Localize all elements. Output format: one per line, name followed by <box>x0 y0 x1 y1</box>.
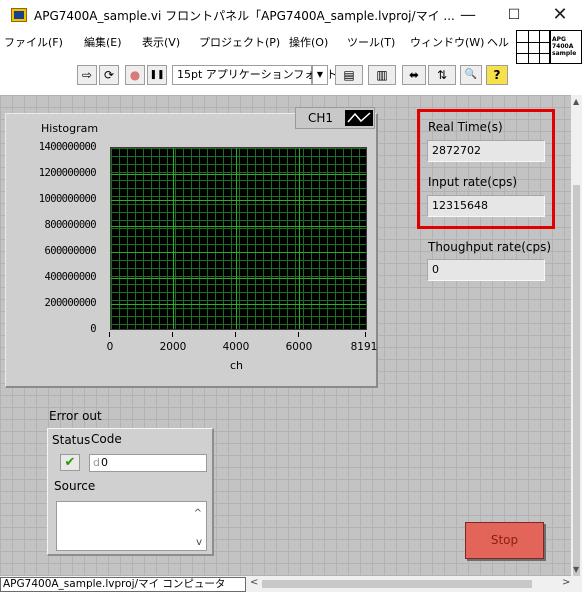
maximize-button[interactable]: ☐ <box>491 0 537 30</box>
x-tick-mark <box>109 332 110 337</box>
scroll-up-icon[interactable]: ^ <box>194 508 202 519</box>
vertical-scrollbar[interactable]: ▲ ▼ <box>571 95 582 585</box>
search-icon[interactable]: 🔍 <box>460 65 482 85</box>
context-help-icon[interactable]: ? <box>486 65 508 85</box>
scrollbar-thumb[interactable] <box>573 185 580 585</box>
radix-indicator: d <box>93 456 100 469</box>
scroll-left-icon[interactable]: < <box>250 577 258 588</box>
close-button[interactable]: ✕ <box>537 0 582 30</box>
plot-area[interactable] <box>110 147 367 330</box>
run-continuous-icon[interactable]: ⟳ <box>99 65 119 85</box>
x-tick-mark <box>235 332 236 337</box>
y-tick-label: 1000000000 <box>38 193 97 205</box>
y-tick-label: 800000000 <box>44 219 97 231</box>
run-arrow-icon[interactable]: ⇨ <box>77 65 97 85</box>
y-tick-label: 1200000000 <box>38 167 97 179</box>
grid-line <box>111 174 366 175</box>
grid-line <box>111 252 366 253</box>
menu-view[interactable]: 表示(V) <box>142 34 180 50</box>
legend-label: CH1 <box>308 111 334 125</box>
font-dropdown-arrow-icon[interactable]: ▼ <box>312 65 328 85</box>
code-label: Code <box>91 432 122 446</box>
connector-pane-icon[interactable] <box>516 30 550 64</box>
toolbar: ⇨ ⟳ ● ❚❚ 15pt アプリケーションフォント ▼ ▤ ▥ ⬌ ⇅ 🔍 ? <box>0 52 516 94</box>
title-bar: APG7400A_sample.vi フロントパネル「APG7400A_samp… <box>0 0 582 30</box>
menu-edit[interactable]: 編集(E) <box>84 34 122 50</box>
minimize-button[interactable]: — <box>445 0 491 30</box>
stop-button[interactable]: Stop <box>465 522 544 559</box>
grid-line <box>111 200 366 201</box>
y-tick-label: 400000000 <box>44 271 97 283</box>
abort-icon[interactable]: ● <box>125 65 145 85</box>
grid-line <box>111 226 366 227</box>
error-source-field[interactable]: ^ v <box>56 501 207 551</box>
y-tick-label: 0 <box>90 323 96 335</box>
menu-help[interactable]: ヘル <box>487 34 509 50</box>
error-out-cluster: Status Code ✔ d0 Source ^ v <box>47 428 214 556</box>
scroll-up-arrow-icon[interactable]: ▲ <box>573 97 579 106</box>
throughput-rate-indicator: 0 <box>427 259 545 281</box>
y-tick-label: 1400000000 <box>38 141 97 153</box>
status-check-icon[interactable]: ✔ <box>60 454 80 471</box>
menu-bar: ファイル(F) 編集(E) 表示(V) プロジェクト(P) 操作(O) ツール(… <box>0 30 582 52</box>
scroll-down-arrow-icon[interactable]: ▼ <box>573 565 579 574</box>
plot-style-icon <box>345 110 373 126</box>
menu-operate[interactable]: 操作(O) <box>289 34 328 50</box>
align-objects-icon[interactable]: ▤ <box>335 65 363 85</box>
labview-app-icon <box>11 8 27 22</box>
y-tick-label: 200000000 <box>44 297 97 309</box>
error-code-value: 0 <box>100 456 108 469</box>
error-out-label: Error out <box>49 409 102 423</box>
x-tick-label: 2000 <box>159 341 187 353</box>
pause-icon[interactable]: ❚❚ <box>147 65 167 85</box>
error-code-field[interactable]: d0 <box>89 454 207 472</box>
grid-line <box>111 278 366 279</box>
scroll-right-icon[interactable]: > <box>562 577 570 588</box>
grid-line <box>111 304 366 305</box>
x-tick-label: 4000 <box>222 341 250 353</box>
x-tick-mark <box>172 332 173 337</box>
x-tick-label: 8191 <box>350 341 378 353</box>
reorder-icon[interactable]: ⇅ <box>428 65 456 85</box>
menu-window[interactable]: ウィンドウ(W) <box>410 34 484 50</box>
grid-line <box>236 148 237 329</box>
scroll-down-icon[interactable]: v <box>196 537 202 548</box>
resize-objects-icon[interactable]: ⬌ <box>402 65 426 85</box>
source-label: Source <box>54 479 96 493</box>
menu-file[interactable]: ファイル(F) <box>4 34 63 50</box>
grid-line <box>299 148 300 329</box>
menu-tools[interactable]: ツール(T) <box>347 34 395 50</box>
status-bar: APG7400A_sample.lvproj/マイ コンピュータ < > <box>0 576 582 592</box>
window-title: APG7400A_sample.vi フロントパネル「APG7400A_samp… <box>34 9 455 23</box>
distribute-objects-icon[interactable]: ▥ <box>368 65 396 85</box>
x-tick-mark <box>298 332 299 337</box>
vi-icon[interactable]: APG 7400A sample <box>550 30 582 64</box>
status-label: Status <box>52 433 91 447</box>
font-select[interactable]: 15pt アプリケーションフォント <box>172 65 337 85</box>
front-panel: Histogram CH1 1400000000 1200000000 1000… <box>0 95 571 576</box>
graph-title: Histogram <box>41 122 99 135</box>
x-tick-mark <box>365 332 366 337</box>
red-highlight-box <box>417 109 555 229</box>
y-tick-label: 600000000 <box>44 245 97 257</box>
plot-legend[interactable]: CH1 <box>295 107 375 129</box>
project-path-label: APG7400A_sample.lvproj/マイ コンピュータ <box>0 577 246 592</box>
horizontal-scrollbar-thumb[interactable] <box>262 580 532 588</box>
menu-project[interactable]: プロジェクト(P) <box>199 34 280 50</box>
grid-line <box>173 148 174 329</box>
x-tick-label: 0 <box>106 341 114 353</box>
x-axis-label: ch <box>230 359 244 372</box>
throughput-rate-label: Thoughput rate(cps) <box>428 240 552 254</box>
x-tick-label: 6000 <box>285 341 313 353</box>
